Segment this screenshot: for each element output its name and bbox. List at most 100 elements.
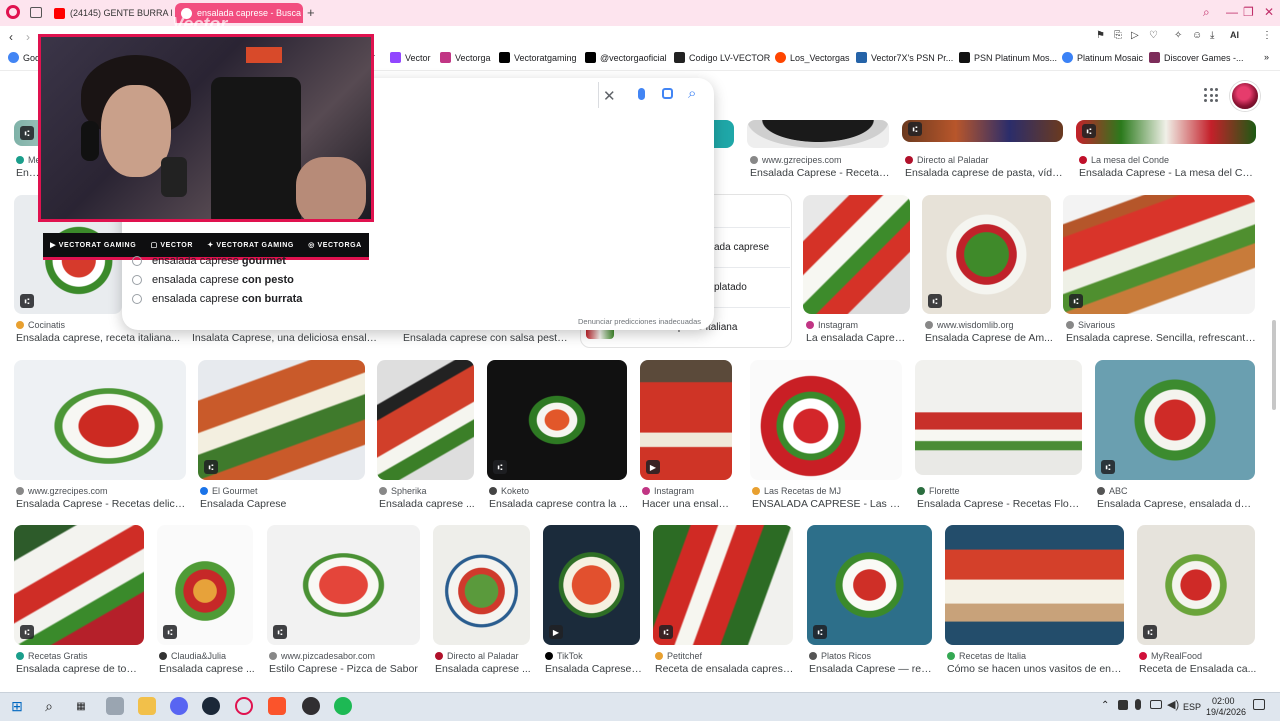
file-explorer-icon[interactable] [138, 697, 156, 715]
workspaces-icon[interactable] [30, 7, 42, 18]
discord-icon[interactable] [170, 697, 188, 715]
screenshot-icon[interactable]: ⎘ [1114, 30, 1122, 41]
menu-icon[interactable]: ⋮ [1262, 30, 1272, 41]
image-result[interactable]: ▶ [543, 525, 640, 645]
search-icon[interactable]: ⌕ [40, 697, 58, 715]
play-icon[interactable]: ▷ [1131, 30, 1139, 41]
image-result[interactable]: ⑆ [807, 525, 932, 645]
result-title[interactable]: Ensalada Caprese — rec... [809, 663, 934, 675]
tray-chevron-icon[interactable]: ⌃ [1101, 700, 1109, 711]
image-result[interactable] [433, 525, 530, 645]
tab-youtube[interactable]: (24145) GENTE BURRA EN [48, 3, 172, 23]
image-result[interactable]: ⑆ [1076, 120, 1256, 144]
notifications-icon[interactable] [1253, 699, 1265, 710]
image-result[interactable]: ⑆ [1095, 360, 1255, 480]
close-window-icon[interactable]: ✕ [1264, 5, 1274, 19]
result-source[interactable]: www.wisdomlib.org [925, 320, 1055, 330]
result-title[interactable]: Ensalada caprese con salsa pesto -... [403, 332, 568, 344]
result-source[interactable]: Florette [917, 486, 1082, 496]
bookmark-item[interactable]: Discover Games -... [1149, 52, 1244, 63]
result-title[interactable]: Estilo Caprese - Pizca de Sabor [269, 663, 422, 675]
image-result[interactable] [750, 360, 902, 480]
result-title[interactable]: Ensalada caprese de pasta, víde... [905, 167, 1065, 179]
maximize-icon[interactable]: ❐ [1243, 5, 1254, 19]
image-result[interactable] [945, 525, 1124, 645]
start-button[interactable]: ⊞ [8, 697, 26, 715]
window-icon[interactable] [106, 697, 124, 715]
image-result[interactable]: ⑆ [922, 195, 1051, 314]
result-title[interactable]: ENSALADA CAPRESE - Las Re... [752, 498, 902, 510]
result-title[interactable]: Ensalada Caprese - Recetas delicio... [16, 498, 186, 510]
extensions-icon[interactable]: ✧ [1174, 30, 1182, 41]
heart-icon[interactable]: ♡ [1149, 30, 1158, 41]
result-source[interactable]: Directo al Paladar [435, 651, 532, 661]
result-source[interactable]: Spherika [379, 486, 476, 496]
result-source[interactable]: Me [16, 155, 40, 165]
image-result[interactable] [803, 195, 910, 314]
result-title[interactable]: Hacer una ensalad... [642, 498, 734, 510]
result-source[interactable]: www.gzrecipes.com [750, 155, 890, 165]
volume-icon[interactable]: ◀) [1167, 698, 1179, 711]
brave-icon[interactable] [268, 697, 286, 715]
result-source[interactable]: www.gzrecipes.com [16, 486, 186, 496]
result-title[interactable]: Receta de Ensalada ca... [1139, 663, 1257, 675]
opera-gx-icon[interactable] [235, 697, 253, 715]
result-source[interactable]: La mesa del Conde [1079, 155, 1257, 165]
image-result[interactable]: ⑆ [902, 120, 1063, 142]
obs-icon[interactable] [302, 697, 320, 715]
result-source[interactable]: Claudia&Julia [159, 651, 255, 661]
account-icon[interactable]: ☺ [1192, 30, 1202, 41]
result-source[interactable]: MyRealFood [1139, 651, 1257, 661]
google-apps-icon[interactable] [1204, 88, 1218, 102]
image-result[interactable]: ⑆ [487, 360, 627, 480]
forward-icon[interactable]: › [26, 30, 30, 44]
result-source[interactable]: El Gourmet [200, 486, 365, 496]
result-title[interactable]: Ensalada Caprese - La mesa del Conde [1079, 167, 1257, 179]
clock-date[interactable]: 19/4/2026 [1206, 707, 1246, 717]
result-title[interactable]: Ensalada Caprese de Am... [925, 332, 1053, 344]
result-title[interactable]: Ensalada caprese contra la ... [489, 498, 629, 510]
result-source[interactable]: Directo al Paladar [905, 155, 1065, 165]
result-title[interactable]: Cómo se hacen unos vasitos de ensal... [947, 663, 1126, 675]
result-source[interactable]: Koketo [489, 486, 629, 496]
result-source[interactable]: Instagram [642, 486, 734, 496]
bookmark-item[interactable]: Platinum Mosaic [1062, 52, 1143, 63]
result-source[interactable]: Cocinatis [16, 320, 126, 330]
result-source[interactable]: TikTok [545, 651, 642, 661]
result-source[interactable]: www.pizcadesabor.com [269, 651, 422, 661]
steam-icon[interactable] [202, 697, 220, 715]
result-title[interactable]: Receta de ensalada caprese ... [655, 663, 795, 675]
bookmark-item[interactable]: Vectoratgaming [499, 52, 577, 63]
spotify-icon[interactable] [334, 697, 352, 715]
bookmark-item[interactable]: @vectorgaoficial [585, 52, 667, 63]
report-predictions-link[interactable]: Denunciar predicciones inadecuadas [578, 317, 701, 326]
bookmark-item[interactable]: PSN Platinum Mos... [959, 52, 1057, 63]
scrollbar[interactable] [1272, 320, 1276, 410]
result-title[interactable]: Ensalada Caprese:... [545, 663, 642, 675]
image-result[interactable]: ⑆ [1137, 525, 1255, 645]
image-result[interactable] [14, 360, 186, 480]
avatar[interactable] [1230, 81, 1260, 111]
suggestion-item[interactable]: ensalada caprese con burrata [132, 293, 302, 305]
lens-search-icon[interactable] [662, 88, 673, 99]
image-result[interactable]: ⑆ [653, 525, 793, 645]
image-result[interactable] [377, 360, 474, 480]
search-icon[interactable]: ⌕ [688, 85, 696, 102]
new-tab-button[interactable]: + [307, 5, 315, 20]
suggestion-item[interactable]: ensalada caprese con pesto [132, 274, 294, 286]
bookmark-item[interactable]: Vector [390, 52, 431, 63]
language-indicator[interactable]: ESP [1183, 702, 1201, 712]
search-tabs-icon[interactable]: ⌕ [1203, 5, 1210, 20]
minimize-icon[interactable]: — [1226, 5, 1238, 19]
bookmark-icon[interactable]: ⚑ [1096, 30, 1105, 41]
image-result[interactable]: ⑆ [157, 525, 253, 645]
tray-icon[interactable] [1118, 700, 1128, 710]
result-title[interactable]: Ensalada caprese de toma... [16, 663, 144, 675]
result-title[interactable]: Ensalada caprese ... [379, 498, 476, 510]
result-source[interactable]: Platos Ricos [809, 651, 934, 661]
image-result[interactable] [915, 360, 1082, 475]
result-title[interactable]: Ensalada caprese. Sencilla, refrescante … [1066, 332, 1256, 344]
opera-logo-icon[interactable] [6, 5, 20, 19]
task-view-icon[interactable]: ▦ [72, 697, 90, 715]
result-source[interactable]: Sivarious [1066, 320, 1216, 330]
